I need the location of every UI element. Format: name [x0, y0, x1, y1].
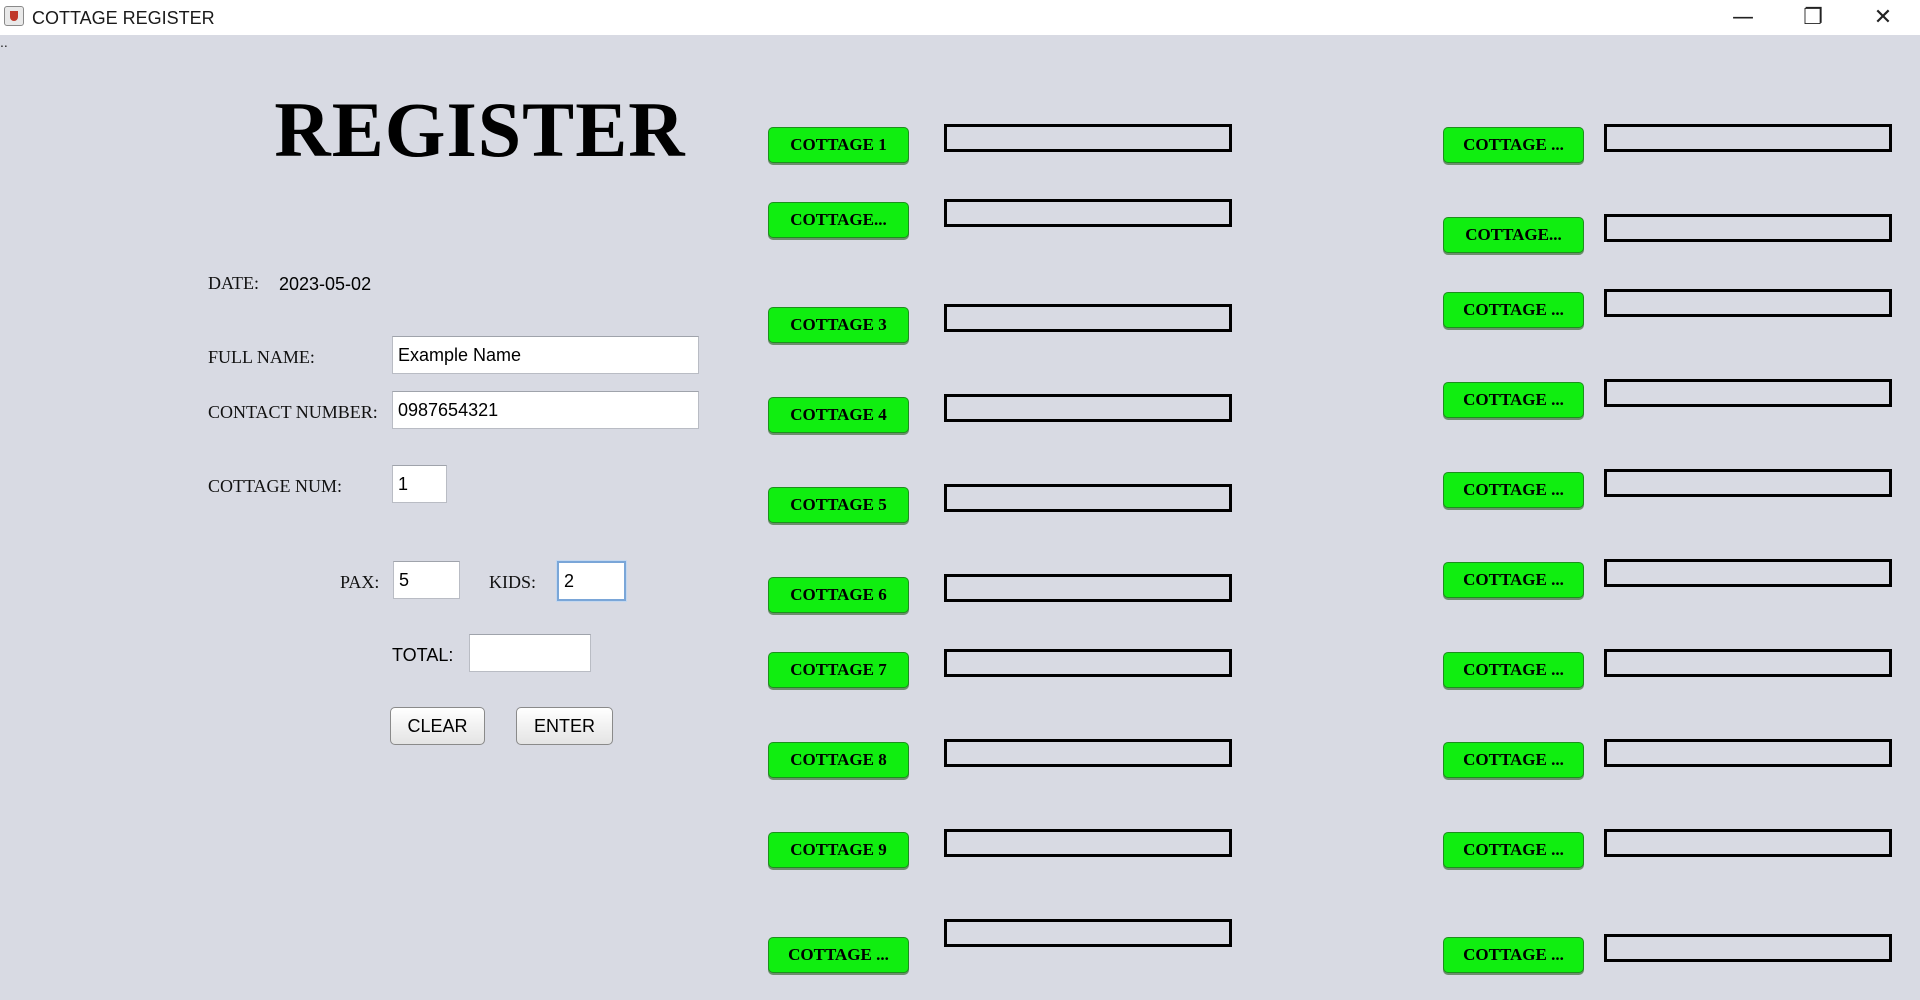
cottage-button-19[interactable]: COTTAGE ...	[1443, 832, 1584, 868]
cottage-button-8[interactable]: COTTAGE 8	[768, 742, 909, 778]
cottage-field-2[interactable]	[944, 199, 1232, 227]
cottage-field-11[interactable]	[1604, 124, 1892, 152]
total-label: TOTAL:	[392, 645, 454, 665]
page-title: REGISTER	[274, 86, 686, 173]
maximize-icon[interactable]: ❐	[1783, 0, 1843, 35]
cottage-button-20[interactable]: COTTAGE ...	[1443, 937, 1584, 973]
enter-button[interactable]: ENTER	[516, 707, 613, 745]
contact-field[interactable]	[392, 391, 699, 429]
cottage-field-8[interactable]	[944, 739, 1232, 767]
cottage-field-1[interactable]	[944, 124, 1232, 152]
cottage-button-17[interactable]: COTTAGE ...	[1443, 652, 1584, 688]
cottage-button-3[interactable]: COTTAGE 3	[768, 307, 909, 343]
window-titlebar: COTTAGE REGISTER — ❐ ✕	[0, 0, 1920, 35]
cottage-button-5[interactable]: COTTAGE 5	[768, 487, 909, 523]
cottage-button-9[interactable]: COTTAGE 9	[768, 832, 909, 868]
pax-field[interactable]	[393, 561, 460, 599]
kids-field[interactable]	[557, 561, 626, 601]
cottage-field-17[interactable]	[1604, 649, 1892, 677]
cottage-field-3[interactable]	[944, 304, 1232, 332]
contact-label: CONTACT NUMBER:	[208, 402, 378, 422]
cottage-field-5[interactable]	[944, 484, 1232, 512]
cottage-num-field[interactable]	[392, 465, 447, 503]
cottage-field-13[interactable]	[1604, 289, 1892, 317]
cottage-field-6[interactable]	[944, 574, 1232, 602]
cottage-button-15[interactable]: COTTAGE ...	[1443, 472, 1584, 508]
cottage-field-9[interactable]	[944, 829, 1232, 857]
fullname-field[interactable]	[392, 336, 699, 374]
cottage-button-12[interactable]: COTTAGE...	[1443, 217, 1584, 253]
cottage-button-4[interactable]: COTTAGE 4	[768, 397, 909, 433]
cottage-field-4[interactable]	[944, 394, 1232, 422]
cottage-button-2[interactable]: COTTAGE...	[768, 202, 909, 238]
cottage-button-16[interactable]: COTTAGE ...	[1443, 562, 1584, 598]
pax-label: PAX:	[340, 572, 380, 592]
cottage-num-label: COTTAGE NUM:	[208, 476, 343, 496]
window-title: COTTAGE REGISTER	[32, 8, 215, 28]
cottage-field-18[interactable]	[1604, 739, 1892, 767]
cottage-button-18[interactable]: COTTAGE ...	[1443, 742, 1584, 778]
cottage-field-10[interactable]	[944, 919, 1232, 947]
cottage-field-16[interactable]	[1604, 559, 1892, 587]
cottage-field-12[interactable]	[1604, 214, 1892, 242]
java-app-icon	[4, 6, 24, 26]
menu-dots[interactable]: ..	[0, 35, 8, 49]
clear-button[interactable]: CLEAR	[390, 707, 485, 745]
cottage-button-7[interactable]: COTTAGE 7	[768, 652, 909, 688]
kids-label: KIDS:	[489, 572, 537, 592]
minimize-icon[interactable]: —	[1713, 0, 1773, 35]
cottage-button-11[interactable]: COTTAGE ...	[1443, 127, 1584, 163]
cottage-button-13[interactable]: COTTAGE ...	[1443, 292, 1584, 328]
total-field[interactable]	[469, 634, 591, 672]
cottage-field-20[interactable]	[1604, 934, 1892, 962]
cottage-field-7[interactable]	[944, 649, 1232, 677]
cottage-field-14[interactable]	[1604, 379, 1892, 407]
cottage-button-6[interactable]: COTTAGE 6	[768, 577, 909, 613]
cottage-button-14[interactable]: COTTAGE ...	[1443, 382, 1584, 418]
cottage-button-1[interactable]: COTTAGE 1	[768, 127, 909, 163]
date-value: 2023-05-02	[279, 274, 372, 294]
cottage-button-10[interactable]: COTTAGE ...	[768, 937, 909, 973]
date-label: DATE:	[208, 273, 259, 293]
fullname-label: FULL NAME:	[208, 347, 315, 367]
close-icon[interactable]: ✕	[1853, 0, 1913, 35]
cottage-field-19[interactable]	[1604, 829, 1892, 857]
cottage-field-15[interactable]	[1604, 469, 1892, 497]
